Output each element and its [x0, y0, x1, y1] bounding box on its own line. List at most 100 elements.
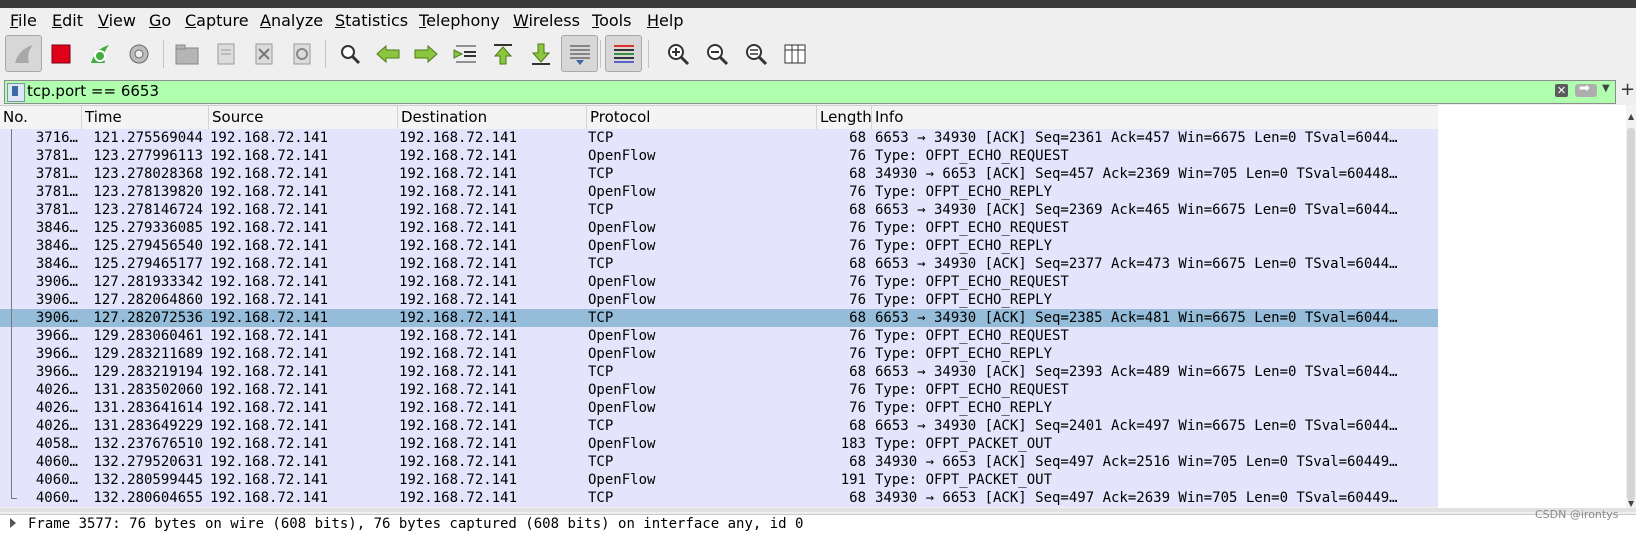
open-file-button[interactable] — [169, 36, 205, 72]
column-header-protocol[interactable]: Protocol — [587, 106, 817, 129]
cell-time: 132.280604655 — [93, 490, 203, 506]
filter-bookmark-icon[interactable] — [7, 83, 25, 102]
table-row[interactable]: 4026… 131.283641614 192.168.72.141 192.168.… — [0, 399, 1438, 417]
table-row[interactable]: 3846… 125.279336085 192.168.72.141 192.168.… — [0, 219, 1438, 237]
packet-list-header: No. Time Source Destination Protocol Len… — [0, 105, 1438, 130]
table-row[interactable]: 4058… 132.237676510 192.168.72.141 192.168.… — [0, 435, 1438, 453]
conversation-tree-line — [11, 363, 12, 381]
cell-destination: 192.168.72.141 — [399, 346, 518, 362]
scroll-down-arrow-icon[interactable]: ▼ — [1628, 499, 1634, 508]
table-row[interactable]: 3966… 129.283060461 192.168.72.141 192.168.… — [0, 327, 1438, 345]
table-row[interactable]: 3846… 125.279465177 192.168.72.141 192.168.… — [0, 255, 1438, 273]
go-to-packet-button[interactable] — [447, 36, 483, 72]
cell-no: 3846… — [35, 238, 78, 254]
menu-statistics[interactable]: Statistics — [335, 11, 408, 30]
capture-options-button[interactable] — [121, 36, 157, 72]
menu-edit[interactable]: Edit — [52, 11, 83, 30]
menu-tools[interactable]: Tools — [592, 11, 631, 30]
menu-capture[interactable]: Capture — [185, 11, 249, 30]
filter-history-dropdown-icon[interactable]: ▼ — [1602, 83, 1610, 94]
cell-info: 6653 → 34930 [ACK] Seq=2377 Ack=473 Win=… — [875, 256, 1398, 272]
column-header-info[interactable]: Info — [872, 106, 1438, 129]
resize-columns-button[interactable] — [777, 36, 813, 72]
column-header-time[interactable]: Time — [82, 106, 209, 129]
cell-destination: 192.168.72.141 — [399, 148, 518, 164]
table-row[interactable]: 3966… 129.283219194 192.168.72.141 192.168.… — [0, 363, 1438, 381]
reload-file-button[interactable] — [284, 36, 320, 72]
conversation-tree-line — [11, 435, 12, 453]
table-row[interactable]: 3781… 123.278028368 192.168.72.141 192.168.… — [0, 165, 1438, 183]
go-back-button[interactable] — [370, 36, 406, 72]
column-header-no[interactable]: No. — [0, 106, 82, 129]
cell-no: 3966… — [35, 328, 78, 344]
table-row[interactable]: 4060… 132.279520631 192.168.72.141 192.168.… — [0, 453, 1438, 471]
table-row[interactable]: 3781… 123.277996113 192.168.72.141 192.168.… — [0, 147, 1438, 165]
menu-analyze[interactable]: Analyze — [260, 11, 323, 30]
clear-filter-icon[interactable]: ✕ — [1555, 84, 1568, 97]
normal-size-button[interactable] — [738, 36, 774, 72]
cell-length: 68 — [849, 202, 866, 218]
autoscroll-button[interactable] — [561, 35, 598, 72]
menu-view[interactable]: View — [98, 11, 136, 30]
table-row-selected[interactable]: 3906… 127.282072536 192.168.72.141 192.168.… — [0, 309, 1438, 327]
column-header-length[interactable]: Length — [817, 106, 872, 129]
cell-protocol: OpenFlow — [588, 238, 656, 254]
go-last-packet-button[interactable] — [523, 36, 559, 72]
zoom-out-button[interactable] — [699, 36, 735, 72]
colorize-button[interactable] — [605, 35, 642, 72]
cell-no: 3966… — [35, 346, 78, 362]
pane-splitter[interactable] — [0, 508, 1636, 512]
display-filter-bar: tcp.port == 6653 ✕ ▼ — [4, 80, 1616, 104]
apply-filter-icon[interactable] — [1575, 81, 1597, 97]
table-row[interactable]: 4026… 131.283502060 192.168.72.141 192.168.… — [0, 381, 1438, 399]
frame-summary-line[interactable]: Frame 3577: 76 bytes on wire (608 bits),… — [28, 516, 803, 532]
display-filter-input[interactable]: tcp.port == 6653 — [27, 82, 159, 100]
cell-no: 3906… — [35, 310, 78, 326]
column-header-destination[interactable]: Destination — [398, 106, 587, 129]
menu-file[interactable]: File — [10, 11, 37, 30]
table-row[interactable]: 3966… 129.283211689 192.168.72.141 192.168.… — [0, 345, 1438, 363]
menu-telephony[interactable]: Telephony — [419, 11, 500, 30]
close-file-button[interactable] — [246, 36, 282, 72]
vertical-scrollbar-thumb[interactable] — [1627, 128, 1635, 500]
column-header-source[interactable]: Source — [209, 106, 398, 129]
close-file-icon — [255, 43, 273, 65]
cell-no: 4060… — [35, 490, 78, 506]
start-capture-button[interactable] — [5, 35, 42, 72]
table-row[interactable]: 4060… 132.280599445 192.168.72.141 192.168.… — [0, 471, 1438, 489]
menu-wireless[interactable]: Wireless — [513, 11, 580, 30]
table-row[interactable]: 3846… 125.279456540 192.168.72.141 192.168.… — [0, 237, 1438, 255]
menu-go[interactable]: Go — [149, 11, 171, 30]
cell-protocol: OpenFlow — [588, 274, 656, 290]
cell-info: Type: OFPT_PACKET_OUT — [875, 436, 1053, 452]
table-row[interactable]: 4060… 132.280604655 192.168.72.141 192.168.… — [0, 489, 1438, 507]
scroll-up-arrow-icon[interactable]: ▲ — [1628, 112, 1634, 121]
table-row[interactable]: 3781… 123.278146724 192.168.72.141 192.168.… — [0, 201, 1438, 219]
table-row[interactable]: 3781… 123.278139820 192.168.72.141 192.168.… — [0, 183, 1438, 201]
cell-destination: 192.168.72.141 — [399, 238, 518, 254]
table-row[interactable]: 4026… 131.283649229 192.168.72.141 192.168.… — [0, 417, 1438, 435]
conversation-tree-line — [11, 237, 12, 255]
add-filter-button-icon[interactable]: + — [1620, 79, 1635, 100]
cell-destination: 192.168.72.141 — [399, 310, 518, 326]
cell-length: 76 — [849, 292, 866, 308]
expand-arrow-icon[interactable] — [10, 518, 16, 528]
table-row[interactable]: 3716… 121.275569044 192.168.72.141 192.168.… — [0, 129, 1438, 147]
go-forward-button[interactable] — [408, 36, 444, 72]
cell-info: Type: OFPT_ECHO_REQUEST — [875, 220, 1069, 236]
table-row[interactable]: 3906… 127.281933342 192.168.72.141 192.168.… — [0, 273, 1438, 291]
stop-capture-button[interactable] — [43, 36, 79, 72]
cell-time: 125.279456540 — [93, 238, 203, 254]
table-row[interactable]: 3906… 127.282064860 192.168.72.141 192.168.… — [0, 291, 1438, 309]
cell-protocol: OpenFlow — [588, 184, 656, 200]
zoom-in-button[interactable] — [660, 36, 696, 72]
cell-length: 68 — [849, 256, 866, 272]
restart-capture-button[interactable] — [82, 36, 118, 72]
menu-help[interactable]: Help — [647, 11, 683, 30]
cell-time: 129.283060461 — [93, 328, 203, 344]
cell-no: 3716… — [35, 130, 78, 146]
save-file-button[interactable] — [208, 36, 244, 72]
go-first-packet-button[interactable] — [485, 36, 521, 72]
cell-info: 6653 → 34930 [ACK] Seq=2385 Ack=481 Win=… — [875, 310, 1398, 326]
find-packet-button[interactable] — [332, 36, 368, 72]
